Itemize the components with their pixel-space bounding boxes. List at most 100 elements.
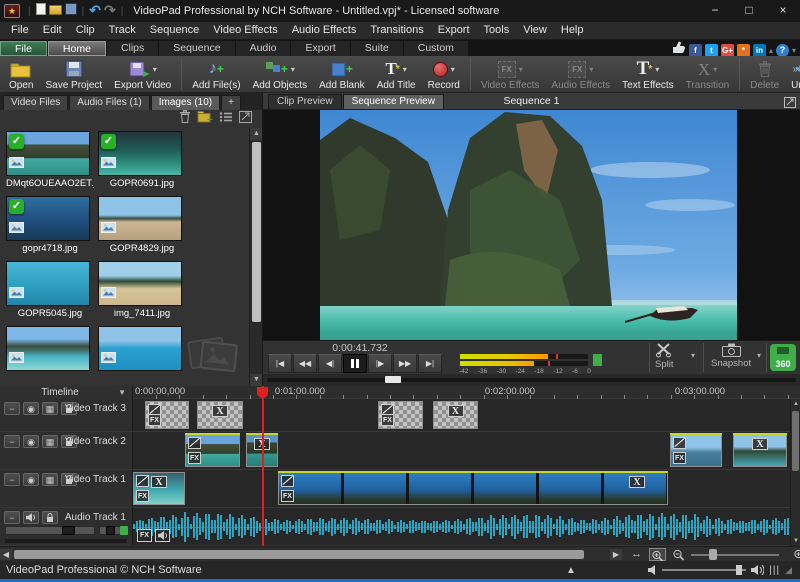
snapshot-button[interactable]: Snapshot <box>711 343 751 369</box>
menu-view[interactable]: View <box>516 22 554 39</box>
menu-track[interactable]: Track <box>102 22 143 39</box>
help-button[interactable]: ? <box>776 44 789 57</box>
ribbon-tab-export[interactable]: Export <box>291 41 349 56</box>
add-objects-button[interactable]: +▾Add Objects <box>247 56 313 92</box>
track-minus-icon[interactable]: − <box>4 435 20 448</box>
ribbon-tab-file[interactable]: File <box>0 41 47 56</box>
media-thumbnail[interactable]: ✓ <box>6 131 90 176</box>
track-grid-icon[interactable]: ▦ <box>42 473 58 486</box>
speaker-min-icon[interactable] <box>648 565 657 575</box>
media-thumbnail[interactable] <box>6 326 90 371</box>
ribbon-tab-sequence[interactable]: Sequence <box>159 41 234 56</box>
media-thumbnail[interactable]: ✓ <box>98 131 182 176</box>
dropdown-caret-icon[interactable]: ▾ <box>451 65 455 74</box>
clip-fx-icon[interactable]: FX <box>148 414 161 426</box>
save-icon[interactable] <box>65 2 77 20</box>
menu-transitions[interactable]: Transitions <box>363 22 430 39</box>
media-detach-icon[interactable] <box>239 110 252 128</box>
timeline-clip[interactable]: FXX <box>278 472 668 505</box>
twitter-icon[interactable]: t <box>705 44 718 57</box>
media-scroll-up-icon[interactable]: ▲ <box>250 128 263 140</box>
transition-x-icon[interactable]: X <box>448 405 464 417</box>
timeline-clip[interactable]: XFX <box>133 472 185 505</box>
timeline-clip[interactable]: FX <box>670 434 722 467</box>
minimize-button[interactable]: − <box>698 0 732 22</box>
media-scroll-down-icon[interactable]: ▼ <box>250 374 263 386</box>
dropdown-caret-icon[interactable]: ▾ <box>519 65 523 74</box>
previous-clip-button[interactable]: ◀◀ <box>293 354 317 373</box>
media-item[interactable]: img_7411.jpg <box>98 261 186 319</box>
media-item[interactable]: GOPR4829.jpg <box>98 196 186 254</box>
clip-fx-icon[interactable]: FX <box>381 414 394 426</box>
media-tab-video-files[interactable]: Video Files <box>3 95 68 110</box>
media-thumbnail[interactable]: ✓ <box>6 196 90 241</box>
fit-timeline-icon[interactable]: ↔ <box>628 548 645 561</box>
dropdown-caret-icon[interactable]: ▾ <box>403 65 407 74</box>
fade-icon[interactable] <box>136 475 149 487</box>
snapshot-menu-caret[interactable]: ▾ <box>757 351 761 360</box>
track-minus-icon[interactable]: − <box>4 473 20 486</box>
redo-icon[interactable]: ↷ <box>104 2 116 20</box>
mixer-icon[interactable]: ||| <box>769 565 780 576</box>
media-item[interactable]: ✓GOPR0691.jpg <box>98 131 186 189</box>
ribbon-tab-home[interactable]: Home <box>48 41 106 56</box>
next-clip-button[interactable]: ▶▶ <box>393 354 417 373</box>
menu-audio-effects[interactable]: Audio Effects <box>285 22 364 39</box>
speaker-max-icon[interactable] <box>751 565 764 575</box>
split-menu-caret[interactable]: ▾ <box>691 351 695 360</box>
media-delete-icon[interactable] <box>179 110 191 128</box>
media-item[interactable] <box>6 326 94 373</box>
record-button[interactable]: ▾Record <box>422 56 466 92</box>
timeline-vscrollbar[interactable]: ▲ ▼ <box>790 399 800 546</box>
media-add-tab-button[interactable]: + <box>221 95 241 110</box>
fade-icon[interactable] <box>281 475 294 487</box>
open-icon[interactable] <box>49 2 62 20</box>
undo-icon[interactable]: ↶ <box>89 2 101 20</box>
timeline-clip[interactable]: X <box>733 434 787 467</box>
clip-fx-icon[interactable]: FX <box>188 452 201 464</box>
add-file-s-button[interactable]: ♪+Add File(s) <box>186 56 246 92</box>
zoom-out-icon[interactable] <box>670 548 687 561</box>
media-list-view-icon[interactable] <box>219 110 233 128</box>
audio-fx-icon[interactable]: FX <box>137 529 152 542</box>
clip-fx-icon[interactable]: FX <box>281 490 294 502</box>
audio-speaker-icon[interactable] <box>155 529 170 542</box>
scroll-left-icon[interactable]: ◀ <box>0 549 12 560</box>
track-content-video-track-3[interactable]: FX X FX X <box>133 399 790 431</box>
track-content-video-track-2[interactable]: FXXFXX <box>133 432 790 469</box>
timeline-dropdown-caret[interactable]: ▼ <box>118 386 126 399</box>
new-icon[interactable] <box>36 2 46 20</box>
menu-tools[interactable]: Tools <box>477 22 517 39</box>
ribbon-tab-custom[interactable]: Custom <box>404 41 468 56</box>
seek-handle[interactable] <box>385 376 401 383</box>
clip-fx-icon[interactable]: FX <box>673 452 686 464</box>
track-pan-slider[interactable] <box>99 526 128 535</box>
track-eye-icon[interactable]: ◉ <box>23 435 39 448</box>
transition-x-icon[interactable]: X <box>752 438 768 450</box>
dropdown-caret-icon[interactable]: ▾ <box>589 65 593 74</box>
scroll-right-icon[interactable]: ▶ <box>610 549 622 560</box>
transition-x-icon[interactable]: X <box>212 405 228 417</box>
track-lock-icon[interactable] <box>42 511 58 524</box>
track-content-video-track-1[interactable]: XFX FXX <box>133 470 790 507</box>
step-back-button[interactable]: ◀| <box>318 354 342 373</box>
media-item[interactable]: ✓gopr4718.jpg <box>6 196 94 254</box>
menu-edit[interactable]: Edit <box>36 22 69 39</box>
media-thumbnail[interactable] <box>98 326 182 371</box>
track-minus-icon[interactable]: − <box>4 511 20 524</box>
timeline-hscroll-thumb[interactable] <box>14 550 584 559</box>
media-scroll-thumb[interactable] <box>252 142 261 322</box>
timeline-clip[interactable]: X <box>433 401 478 429</box>
timeline-clip[interactable]: FX <box>378 401 423 429</box>
media-tab-images-10[interactable]: Images (10) <box>151 95 220 110</box>
preview-seek-bar[interactable] <box>263 374 800 386</box>
menu-sequence[interactable]: Sequence <box>143 22 207 39</box>
playhead-marker[interactable] <box>257 387 268 398</box>
go-to-end-button[interactable]: ▶| <box>418 354 442 373</box>
toolbar-overflow-icon[interactable]: » <box>792 64 798 75</box>
dropdown-caret-icon[interactable]: ▾ <box>655 65 659 74</box>
track-eye-icon[interactable]: ◉ <box>23 473 39 486</box>
timeline-scroll-up-icon[interactable]: ▲ <box>791 399 800 409</box>
track-volume-slider[interactable] <box>5 526 95 535</box>
timeline-clip[interactable]: FX <box>185 434 240 467</box>
